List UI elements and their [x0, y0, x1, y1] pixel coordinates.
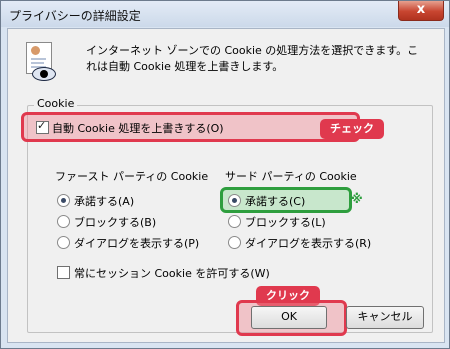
first-party-block-label[interactable]: ブロックする(B)	[74, 214, 156, 230]
third-party-prompt-radio[interactable]	[228, 236, 241, 249]
note-mark: ※	[351, 192, 363, 206]
override-checkbox-label[interactable]: 自動 Cookie 処理を上書きする(O)	[52, 120, 224, 136]
dialog-body: インターネット ゾーンでの Cookie の処理方法を選択できます。これは自動 …	[7, 28, 445, 343]
third-party-heading: サード パーティの Cookie	[225, 170, 357, 183]
first-party-heading: ファースト パーティの Cookie	[55, 170, 209, 183]
session-cookie-checkbox[interactable]	[57, 266, 70, 279]
session-cookie-label[interactable]: 常にセッション Cookie を許可する(W)	[74, 265, 270, 281]
first-party-prompt-label[interactable]: ダイアログを表示する(P)	[74, 235, 199, 251]
third-party-accept-radio[interactable]	[228, 194, 241, 207]
third-party-block-label[interactable]: ブロックする(L)	[245, 214, 326, 230]
third-party-accept-label[interactable]: 承諾する(C)	[245, 193, 305, 209]
first-party-block-radio[interactable]	[57, 215, 70, 228]
intro-text: インターネット ゾーンでの Cookie の処理方法を選択できます。これは自動 …	[86, 44, 419, 73]
cookie-group-label: Cookie	[34, 97, 78, 110]
eye-icon	[32, 67, 56, 81]
close-button[interactable]: x	[398, 1, 444, 21]
first-party-accept-label[interactable]: 承諾する(A)	[74, 193, 134, 209]
window-title: プライバシーの詳細設定	[9, 9, 141, 23]
ok-button[interactable]: OK	[251, 306, 327, 329]
third-party-block-radio[interactable]	[228, 215, 241, 228]
title-bar: プライバシーの詳細設定 x	[1, 1, 449, 27]
cancel-button[interactable]: キャンセル	[346, 306, 424, 329]
first-party-accept-radio[interactable]	[57, 194, 70, 207]
first-party-prompt-radio[interactable]	[57, 236, 70, 249]
check-badge: チェック	[320, 119, 384, 139]
third-party-prompt-label[interactable]: ダイアログを表示する(R)	[245, 235, 371, 251]
override-checkbox[interactable]	[36, 119, 49, 134]
privacy-settings-dialog: プライバシーの詳細設定 x インターネット ゾーンでの Cookie の処理方法…	[0, 0, 450, 349]
